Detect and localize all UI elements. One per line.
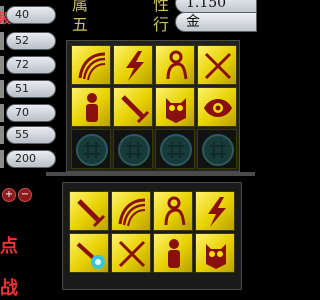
owl-icon bbox=[206, 244, 226, 269]
stat-row: 段 40 bbox=[0, 6, 62, 27]
wuxing-label-1: 五 bbox=[72, 15, 89, 34]
stat-value: 72 bbox=[6, 56, 56, 74]
inventory-slot[interactable] bbox=[153, 191, 193, 231]
kneeling-figure-icon bbox=[164, 196, 186, 226]
stat-row: 70 bbox=[0, 104, 62, 122]
stat-row: 51 bbox=[0, 80, 62, 98]
stat-tab bbox=[0, 56, 4, 74]
inventory-grid bbox=[62, 182, 242, 290]
side-glyph-2: 战 bbox=[0, 278, 18, 299]
inventory-slot[interactable] bbox=[111, 233, 151, 273]
stat-tab bbox=[0, 80, 4, 98]
equip-slot[interactable] bbox=[71, 87, 111, 127]
stat-value: 200 bbox=[6, 150, 56, 168]
equip-slot[interactable] bbox=[113, 45, 153, 85]
inventory-slot[interactable] bbox=[69, 233, 109, 273]
empty-slot-emblem-icon bbox=[118, 134, 150, 166]
warrior-icon bbox=[86, 93, 98, 122]
stat-value: 40 bbox=[6, 6, 56, 24]
plus-button[interactable]: + bbox=[2, 188, 16, 202]
equipped-grid bbox=[66, 40, 240, 172]
wuxing-label-2: 行 bbox=[153, 15, 170, 34]
wuxing-value: 金 bbox=[175, 12, 257, 32]
stat-row: 72 bbox=[0, 56, 62, 74]
glowing-orb-sword-icon bbox=[76, 242, 105, 269]
equip-slot[interactable] bbox=[155, 45, 195, 85]
empty-slot[interactable] bbox=[113, 129, 153, 169]
inventory-slot[interactable] bbox=[69, 191, 109, 231]
stat-value: 52 bbox=[6, 32, 56, 50]
swirl-icon bbox=[118, 198, 146, 227]
stat-tab bbox=[0, 32, 4, 50]
empty-slot-emblem-icon bbox=[160, 134, 192, 166]
inventory-slot[interactable] bbox=[195, 233, 235, 273]
lightning-icon bbox=[208, 197, 226, 227]
stat-row: 200 bbox=[0, 150, 62, 168]
stat-value: 55 bbox=[6, 126, 56, 144]
crossed-swords-icon bbox=[118, 240, 146, 268]
inventory-slot[interactable] bbox=[153, 233, 193, 273]
inventory-slot[interactable] bbox=[111, 191, 151, 231]
stat-value: 51 bbox=[6, 80, 56, 98]
equip-slot[interactable] bbox=[197, 45, 237, 85]
eye-swirl-icon bbox=[204, 99, 232, 117]
stat-row: 52 bbox=[0, 32, 62, 50]
stat-tab bbox=[0, 150, 4, 168]
empty-slot-emblem-icon bbox=[76, 134, 108, 166]
minus-button[interactable]: − bbox=[18, 188, 32, 202]
character-panel: 段 40 52 72 51 70 55 200 属 性 1.150 五 行 金 bbox=[0, 0, 257, 299]
lightning-icon bbox=[126, 51, 144, 81]
crossed-swords-icon bbox=[204, 52, 232, 80]
sword-icon bbox=[121, 95, 150, 124]
inventory-slot[interactable] bbox=[195, 191, 235, 231]
equip-slot[interactable] bbox=[71, 45, 111, 85]
stat-tab bbox=[0, 126, 4, 144]
side-glyph-1: 点 bbox=[0, 236, 18, 257]
sword-icon bbox=[77, 199, 106, 228]
empty-slot-emblem-icon bbox=[202, 134, 234, 166]
warrior-icon bbox=[168, 239, 180, 268]
equip-slot[interactable] bbox=[113, 87, 153, 127]
empty-slot[interactable] bbox=[197, 129, 237, 169]
section-divider bbox=[46, 172, 255, 176]
kneeling-figure-icon bbox=[166, 50, 188, 80]
owl-icon bbox=[166, 98, 186, 123]
swirl-icon bbox=[78, 52, 106, 81]
empty-slot[interactable] bbox=[155, 129, 195, 169]
stat-row: 55 bbox=[0, 126, 62, 144]
empty-slot[interactable] bbox=[71, 129, 111, 169]
stat-value: 70 bbox=[6, 104, 56, 122]
equip-slot[interactable] bbox=[197, 87, 237, 127]
equip-slot[interactable] bbox=[155, 87, 195, 127]
stat-tab bbox=[0, 104, 4, 122]
